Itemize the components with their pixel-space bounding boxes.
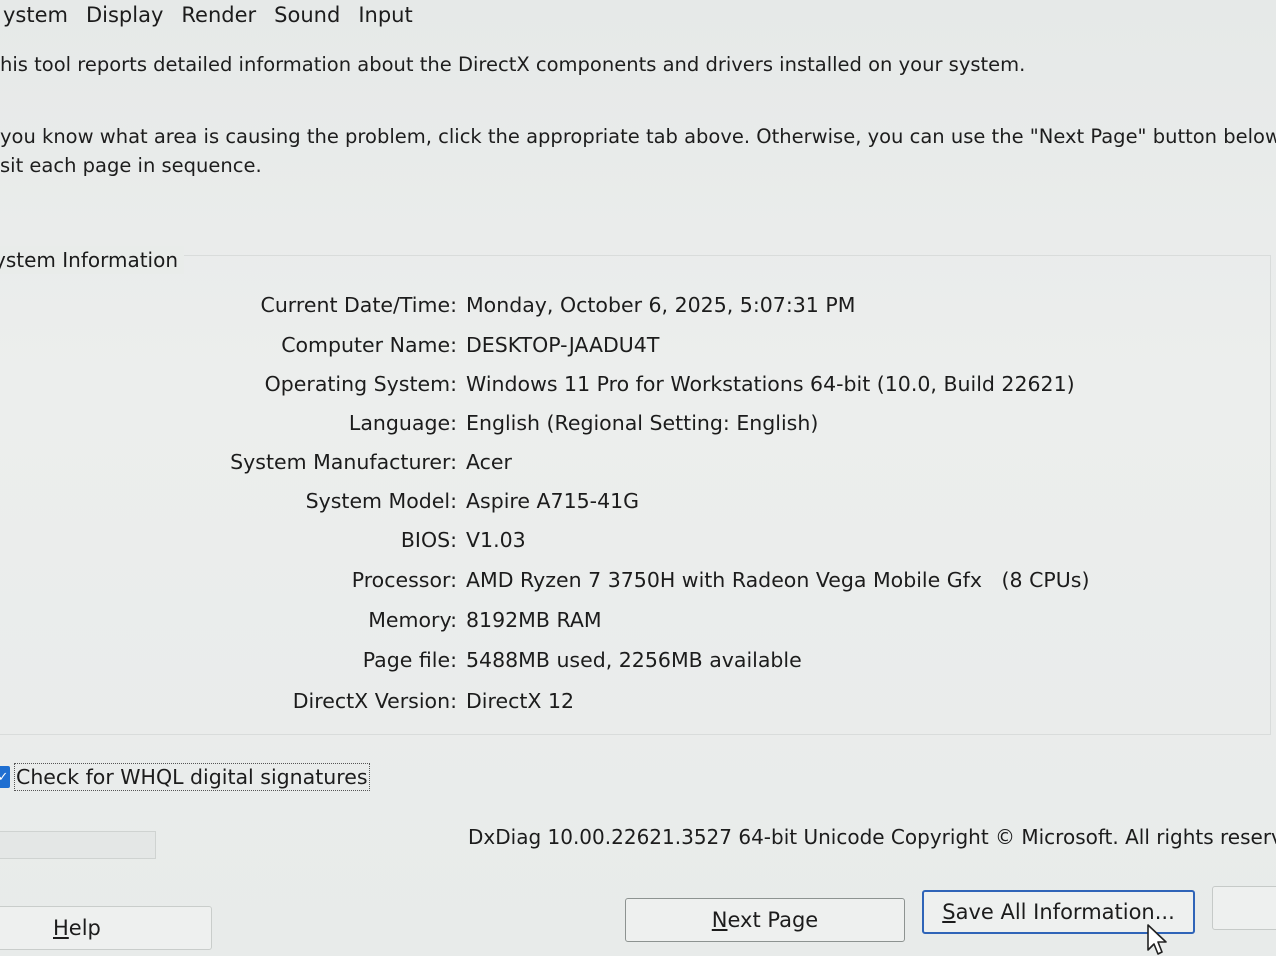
intro-text-1: his tool reports detailed information ab…: [0, 53, 1026, 76]
tab-system[interactable]: ystem: [0, 2, 77, 28]
mouse-pointer-icon: [1147, 924, 1167, 955]
tab-input[interactable]: Input: [349, 2, 421, 28]
copyright-text: DxDiag 10.00.22621.3527 64-bit Unicode C…: [468, 825, 1276, 849]
info-label: Language:: [348, 411, 457, 435]
next-page-button[interactable]: Next Page: [625, 898, 905, 942]
info-value: 5488MB used, 2256MB available: [466, 648, 802, 672]
info-label: Operating System:: [264, 372, 457, 396]
save-button-mnemonic: S: [942, 900, 956, 924]
info-value: English (Regional Setting: English): [466, 411, 819, 435]
info-row-language: Language: English (Regional Setting: Eng…: [0, 408, 1276, 438]
system-info-title: ystem Information: [0, 246, 185, 274]
info-label: DirectX Version:: [292, 689, 457, 713]
whql-checkbox[interactable]: ✓: [0, 766, 10, 788]
info-row-manufacturer: System Manufacturer: Acer: [0, 447, 1276, 477]
info-value: Windows 11 Pro for Workstations 64-bit (…: [466, 372, 1075, 396]
info-value: DirectX 12: [466, 689, 575, 713]
info-label: Current Date/Time:: [260, 293, 458, 317]
progress-bar: [0, 831, 156, 859]
info-value: 8192MB RAM: [466, 608, 602, 632]
info-row-bios: BIOS: V1.03: [0, 525, 1276, 555]
info-label: Processor:: [351, 568, 457, 592]
next-page-button-label: ext Page: [727, 908, 819, 932]
save-button-label: ave All Information...: [955, 900, 1175, 924]
info-label: System Manufacturer:: [230, 450, 457, 474]
info-label: Page file:: [362, 648, 457, 672]
info-row-processor: Processor: AMD Ryzen 7 3750H with Radeon…: [0, 565, 1276, 595]
info-label: Computer Name:: [281, 333, 457, 357]
tab-bar: ystem Display Render Sound Input: [0, 0, 422, 30]
info-label: BIOS:: [400, 528, 457, 552]
info-value: AMD Ryzen 7 3750H with Radeon Vega Mobil…: [466, 568, 1090, 592]
whql-checkbox-control[interactable]: ✓ Check for WHQL digital signatures: [0, 762, 370, 792]
checkmark-icon: ✓: [0, 769, 9, 785]
help-button-label: elp: [68, 916, 101, 940]
info-row-memory: Memory: 8192MB RAM: [0, 605, 1276, 635]
info-value: Monday, October 6, 2025, 5:07:31 PM: [466, 293, 856, 317]
info-row-computer-name: Computer Name: DESKTOP-JAADU4T: [0, 330, 1276, 360]
info-value: DESKTOP-JAADU4T: [466, 333, 660, 357]
info-row-datetime: Current Date/Time: Monday, October 6, 20…: [0, 290, 1276, 320]
intro-text-3: sit each page in sequence.: [0, 154, 262, 177]
help-button[interactable]: Help: [0, 906, 212, 950]
info-label: System Model:: [305, 489, 457, 513]
whql-checkbox-label[interactable]: Check for WHQL digital signatures: [14, 763, 370, 791]
info-value: Aspire A715-41G: [466, 489, 640, 513]
info-row-directx-version: DirectX Version: DirectX 12: [0, 686, 1276, 716]
info-row-page-file: Page file: 5488MB used, 2256MB available: [0, 645, 1276, 675]
tab-sound[interactable]: Sound: [265, 2, 349, 28]
info-value: Acer: [466, 450, 512, 474]
intro-text-2: you know what area is causing the proble…: [0, 125, 1276, 148]
next-page-button-mnemonic: N: [711, 908, 728, 932]
dxdiag-window: ystem Display Render Sound Input his too…: [0, 0, 1276, 956]
help-button-mnemonic: H: [53, 916, 69, 940]
info-row-os: Operating System: Windows 11 Pro for Wor…: [0, 369, 1276, 399]
info-value: V1.03: [466, 528, 526, 552]
tab-render[interactable]: Render: [172, 2, 265, 28]
info-row-model: System Model: Aspire A715-41G: [0, 486, 1276, 516]
info-label: Memory:: [368, 608, 457, 632]
exit-button[interactable]: [1212, 886, 1276, 930]
tab-display[interactable]: Display: [77, 2, 172, 28]
